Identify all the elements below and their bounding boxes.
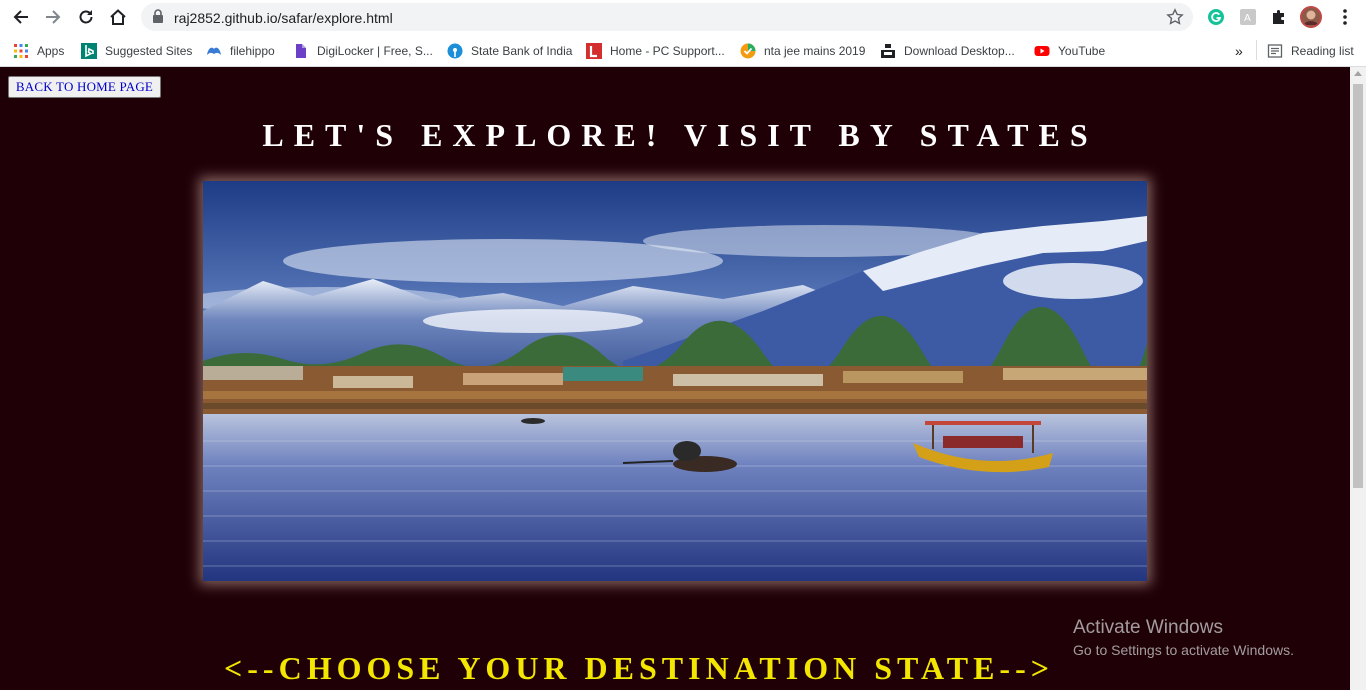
bookmarks-overflow-chevron-icon[interactable]: » [1235,41,1243,61]
bookmark-label: filehippo [230,44,275,58]
nta-icon [740,43,756,59]
lock-icon[interactable] [152,9,164,29]
bookmarks-separator [1256,40,1257,60]
bookmark-label: Download Desktop... [904,44,1015,58]
watermark-line-2: Go to Settings to activate Windows. [1073,642,1294,658]
forward-arrow-icon[interactable] [40,4,66,30]
bookmarks-bar: Apps Suggested Sites filehippo DigiLocke… [0,34,1366,67]
bookmark-label: State Bank of India [471,44,573,58]
youtube-icon [1034,43,1050,59]
home-icon[interactable] [105,4,131,30]
url-text[interactable]: raj2852.github.io/safar/explore.html [174,10,393,26]
back-to-home-button[interactable]: BACK TO HOME PAGE [8,76,161,98]
bookmark-nta-jee[interactable]: nta jee mains 2019 [740,41,865,61]
bookmark-label: Apps [37,44,65,58]
bookmark-digilocker[interactable]: DigiLocker | Free, S... [293,41,433,61]
reload-icon[interactable] [73,4,99,30]
profile-avatar-icon[interactable] [1300,6,1322,28]
bookmark-suggested-sites[interactable]: Suggested Sites [81,41,192,61]
watermark-line-1: Activate Windows [1073,617,1223,638]
kebab-menu-icon[interactable] [1334,6,1356,28]
bookmark-apps[interactable]: Apps [13,41,64,61]
vertical-scrollbar[interactable] [1350,67,1366,690]
bing-icon [81,43,97,59]
bookmark-label: Home - PC Support... [610,44,725,58]
page-title: LET'S EXPLORE! VISIT BY STATES [262,117,1098,153]
overflow-chevron-label: » [1235,43,1243,59]
grammarly-icon[interactable] [1205,6,1227,28]
sbi-icon [447,43,463,59]
svg-text:A: A [1244,13,1251,24]
bookmark-star-icon[interactable] [1166,8,1184,31]
digilocker-icon [293,43,309,59]
download-desktop-icon [880,43,896,59]
bookmark-filehippo[interactable]: filehippo [206,41,275,61]
reading-list-label: Reading list [1291,44,1354,58]
bookmark-pc-support[interactable]: Home - PC Support... [586,41,725,61]
scrollbar-thumb[interactable] [1353,84,1363,488]
bookmark-state-bank[interactable]: State Bank of India [447,41,572,61]
bookmark-download-desktop[interactable]: Download Desktop... [880,41,1015,61]
address-bar[interactable]: raj2852.github.io/safar/explore.html [141,3,1193,31]
translate-extension-icon[interactable]: A [1237,6,1259,28]
browser-toolbar: raj2852.github.io/safar/explore.html A [0,0,1366,34]
scroll-up-arrow-icon[interactable] [1354,71,1362,76]
bookmark-label: Suggested Sites [105,44,193,58]
puzzle-extensions-icon[interactable] [1268,6,1290,28]
back-arrow-icon[interactable] [8,4,34,30]
apps-grid-icon [13,43,29,59]
filehippo-icon [206,43,222,59]
pc-support-icon [586,43,602,59]
reading-list-icon [1267,43,1283,59]
reading-list-button[interactable]: Reading list [1267,41,1354,61]
hero-image-dal-lake [203,181,1147,581]
bookmark-label: YouTube [1058,44,1106,58]
bookmark-youtube[interactable]: YouTube [1034,41,1105,61]
bookmark-label: DigiLocker | Free, S... [317,44,433,58]
windows-activation-watermark: Activate Windows Go to Settings to activ… [1073,617,1294,658]
bookmark-label: nta jee mains 2019 [764,44,866,58]
page-viewport: BACK TO HOME PAGE LET'S EXPLORE! VISIT B… [0,67,1350,690]
